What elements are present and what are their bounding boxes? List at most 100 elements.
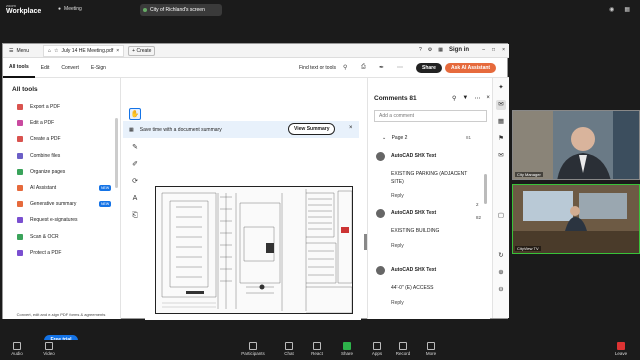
comments-icon[interactable]: ✉: [496, 100, 506, 110]
reply-link[interactable]: Reply: [391, 243, 404, 249]
page-indicator-current: 2: [476, 202, 479, 207]
tool-item[interactable]: AI Assistant NEW: [3, 180, 120, 196]
rotate-icon[interactable]: ↻: [496, 251, 506, 261]
tool-item[interactable]: Request e-signatures: [3, 212, 120, 228]
zoom-out-icon[interactable]: ⊖: [496, 285, 506, 295]
fit-page-icon[interactable]: ▢: [496, 211, 506, 221]
star-icon[interactable]: ☆: [54, 48, 58, 54]
chevron-down-icon[interactable]: ⌄: [382, 135, 386, 141]
close-tab-icon[interactable]: ×: [116, 48, 119, 54]
comment-text: 44'-0" (E) ACCESS: [391, 285, 434, 291]
search-icon[interactable]: ⚲: [452, 95, 456, 102]
tab-e-sign[interactable]: E-Sign: [85, 58, 112, 78]
create-button[interactable]: + Create: [128, 45, 156, 56]
stamp-icon[interactable]: ⎗: [129, 210, 141, 222]
account-controls: ? ⚙ ▦ Sign in: [419, 47, 469, 53]
reply-link[interactable]: Reply: [391, 300, 404, 306]
microphone-icon: [13, 342, 21, 350]
tab-convert[interactable]: Convert: [55, 58, 85, 78]
meeting-info[interactable]: ● Meeting: [58, 6, 82, 12]
view-summary-button[interactable]: View Summary: [288, 123, 336, 135]
tool-icon: [17, 152, 23, 159]
attachment-icon[interactable]: ✉: [496, 151, 506, 161]
select-icon[interactable]: ✋: [129, 108, 141, 120]
more-icon: [427, 342, 435, 350]
comments-scrollbar[interactable]: [484, 174, 487, 204]
close-icon[interactable]: ×: [486, 95, 490, 102]
view-icon[interactable]: ▦: [624, 6, 630, 13]
more-button[interactable]: More: [416, 342, 446, 356]
text-icon[interactable]: A: [129, 193, 141, 205]
share-screen-button[interactable]: Share: [332, 342, 362, 356]
screen-share-tab[interactable]: City of Richland's screen: [140, 4, 222, 16]
more-icon[interactable]: ⋯: [474, 95, 480, 102]
leave-button[interactable]: Leave: [606, 342, 636, 356]
bookmark-icon[interactable]: ⚑: [496, 134, 506, 144]
apps-icon[interactable]: ▦: [438, 47, 443, 53]
comment-item[interactable]: AutoCAD SHX Text EXISTING BUILDING Reply: [376, 209, 486, 259]
tool-item[interactable]: Combine files: [3, 148, 120, 164]
comment-icon[interactable]: ✎: [129, 142, 141, 154]
comments-count: 81: [409, 95, 417, 102]
leave-icon: [617, 342, 625, 350]
page-thumbnails-icon[interactable]: ▦: [496, 117, 506, 127]
search-icon[interactable]: ⚲: [343, 64, 347, 71]
shield-icon: ●: [58, 6, 62, 12]
tab-edit[interactable]: Edit: [35, 58, 56, 78]
print-icon[interactable]: ⎙: [361, 64, 366, 71]
tool-item[interactable]: Create a PDF: [3, 131, 120, 147]
ai-icon[interactable]: ✦: [496, 83, 506, 93]
help-icon[interactable]: ?: [419, 47, 422, 53]
tool-item[interactable]: Protect a PDF: [3, 245, 120, 261]
document-canvas[interactable]: [145, 142, 361, 320]
close-banner-icon[interactable]: ×: [349, 125, 353, 131]
tool-icon: [17, 217, 23, 224]
new-badge: NEW: [99, 201, 112, 208]
tool-item[interactable]: Scan & OCR: [3, 229, 120, 245]
chat-button[interactable]: Chat: [274, 342, 304, 356]
close-icon[interactable]: ×: [502, 47, 505, 53]
share-button[interactable]: Share: [416, 63, 442, 73]
summary-banner: ▦ Save time with a document summary View…: [123, 121, 359, 138]
tool-label: Edit a PDF: [30, 120, 55, 127]
find-tools-field[interactable]: Find text or tools: [299, 65, 336, 71]
comments-toolbar: ⚲ ▼ ⋯ ×: [452, 95, 490, 102]
audio-button[interactable]: Audio: [2, 342, 32, 356]
reply-link[interactable]: Reply: [391, 193, 404, 199]
comment-author: AutoCAD SHX Text: [391, 267, 437, 273]
zoom-in-icon[interactable]: ⊕: [496, 268, 506, 278]
page-indicator-total: 82: [476, 215, 482, 220]
home-icon[interactable]: ⌂: [48, 48, 51, 54]
filter-icon[interactable]: ▼: [462, 95, 468, 102]
tab-all-tools[interactable]: All tools: [3, 58, 35, 78]
tool-label: AI Assistant: [30, 185, 57, 192]
video-button[interactable]: Video: [34, 342, 64, 356]
document-tab[interactable]: ⌂ ☆ July 14 HE Meeting.pdf ×: [43, 44, 125, 57]
tool-item[interactable]: Edit a PDF: [3, 115, 120, 131]
comment-item[interactable]: AutoCAD SHX Text EXISTING PARKING (ADJAC…: [376, 152, 486, 202]
add-comment-input[interactable]: Add a comment: [374, 110, 487, 122]
participants-button[interactable]: Participants: [238, 342, 268, 356]
video-tile-speaker[interactable]: City Manager: [512, 110, 640, 180]
shield-status-icon[interactable]: ◉: [609, 6, 614, 13]
maximize-icon[interactable]: □: [492, 47, 495, 53]
tools-scrollbar[interactable]: [115, 118, 118, 188]
sign-icon[interactable]: ✒: [379, 64, 384, 71]
tool-item[interactable]: Export a PDF: [3, 99, 120, 115]
notifications-icon[interactable]: ⚙: [428, 47, 432, 53]
minimize-icon[interactable]: –: [482, 47, 485, 53]
acrobat-window: ☰ Menu ⌂ ☆ July 14 HE Meeting.pdf × + Cr…: [2, 43, 509, 346]
tool-item[interactable]: Organize pages: [3, 164, 120, 180]
tool-item[interactable]: Generative summary NEW: [3, 196, 120, 212]
video-tile-chamber[interactable]: CityView TV: [512, 184, 640, 254]
lasso-icon[interactable]: ⟳: [129, 176, 141, 188]
comment-item[interactable]: AutoCAD SHX Text 44'-0" (E) ACCESS Reply: [376, 266, 486, 316]
draw-icon[interactable]: ✐: [129, 159, 141, 171]
record-button[interactable]: Record: [388, 342, 418, 356]
sign-in-link[interactable]: Sign in: [449, 47, 469, 53]
ask-ai-assistant-button[interactable]: Ask AI Assistant: [445, 63, 497, 73]
menu-button[interactable]: ☰ Menu: [9, 48, 29, 54]
more-icon[interactable]: ⋯: [397, 64, 403, 71]
window-controls: ◉ ▦: [609, 6, 630, 13]
react-button[interactable]: React: [302, 342, 332, 356]
